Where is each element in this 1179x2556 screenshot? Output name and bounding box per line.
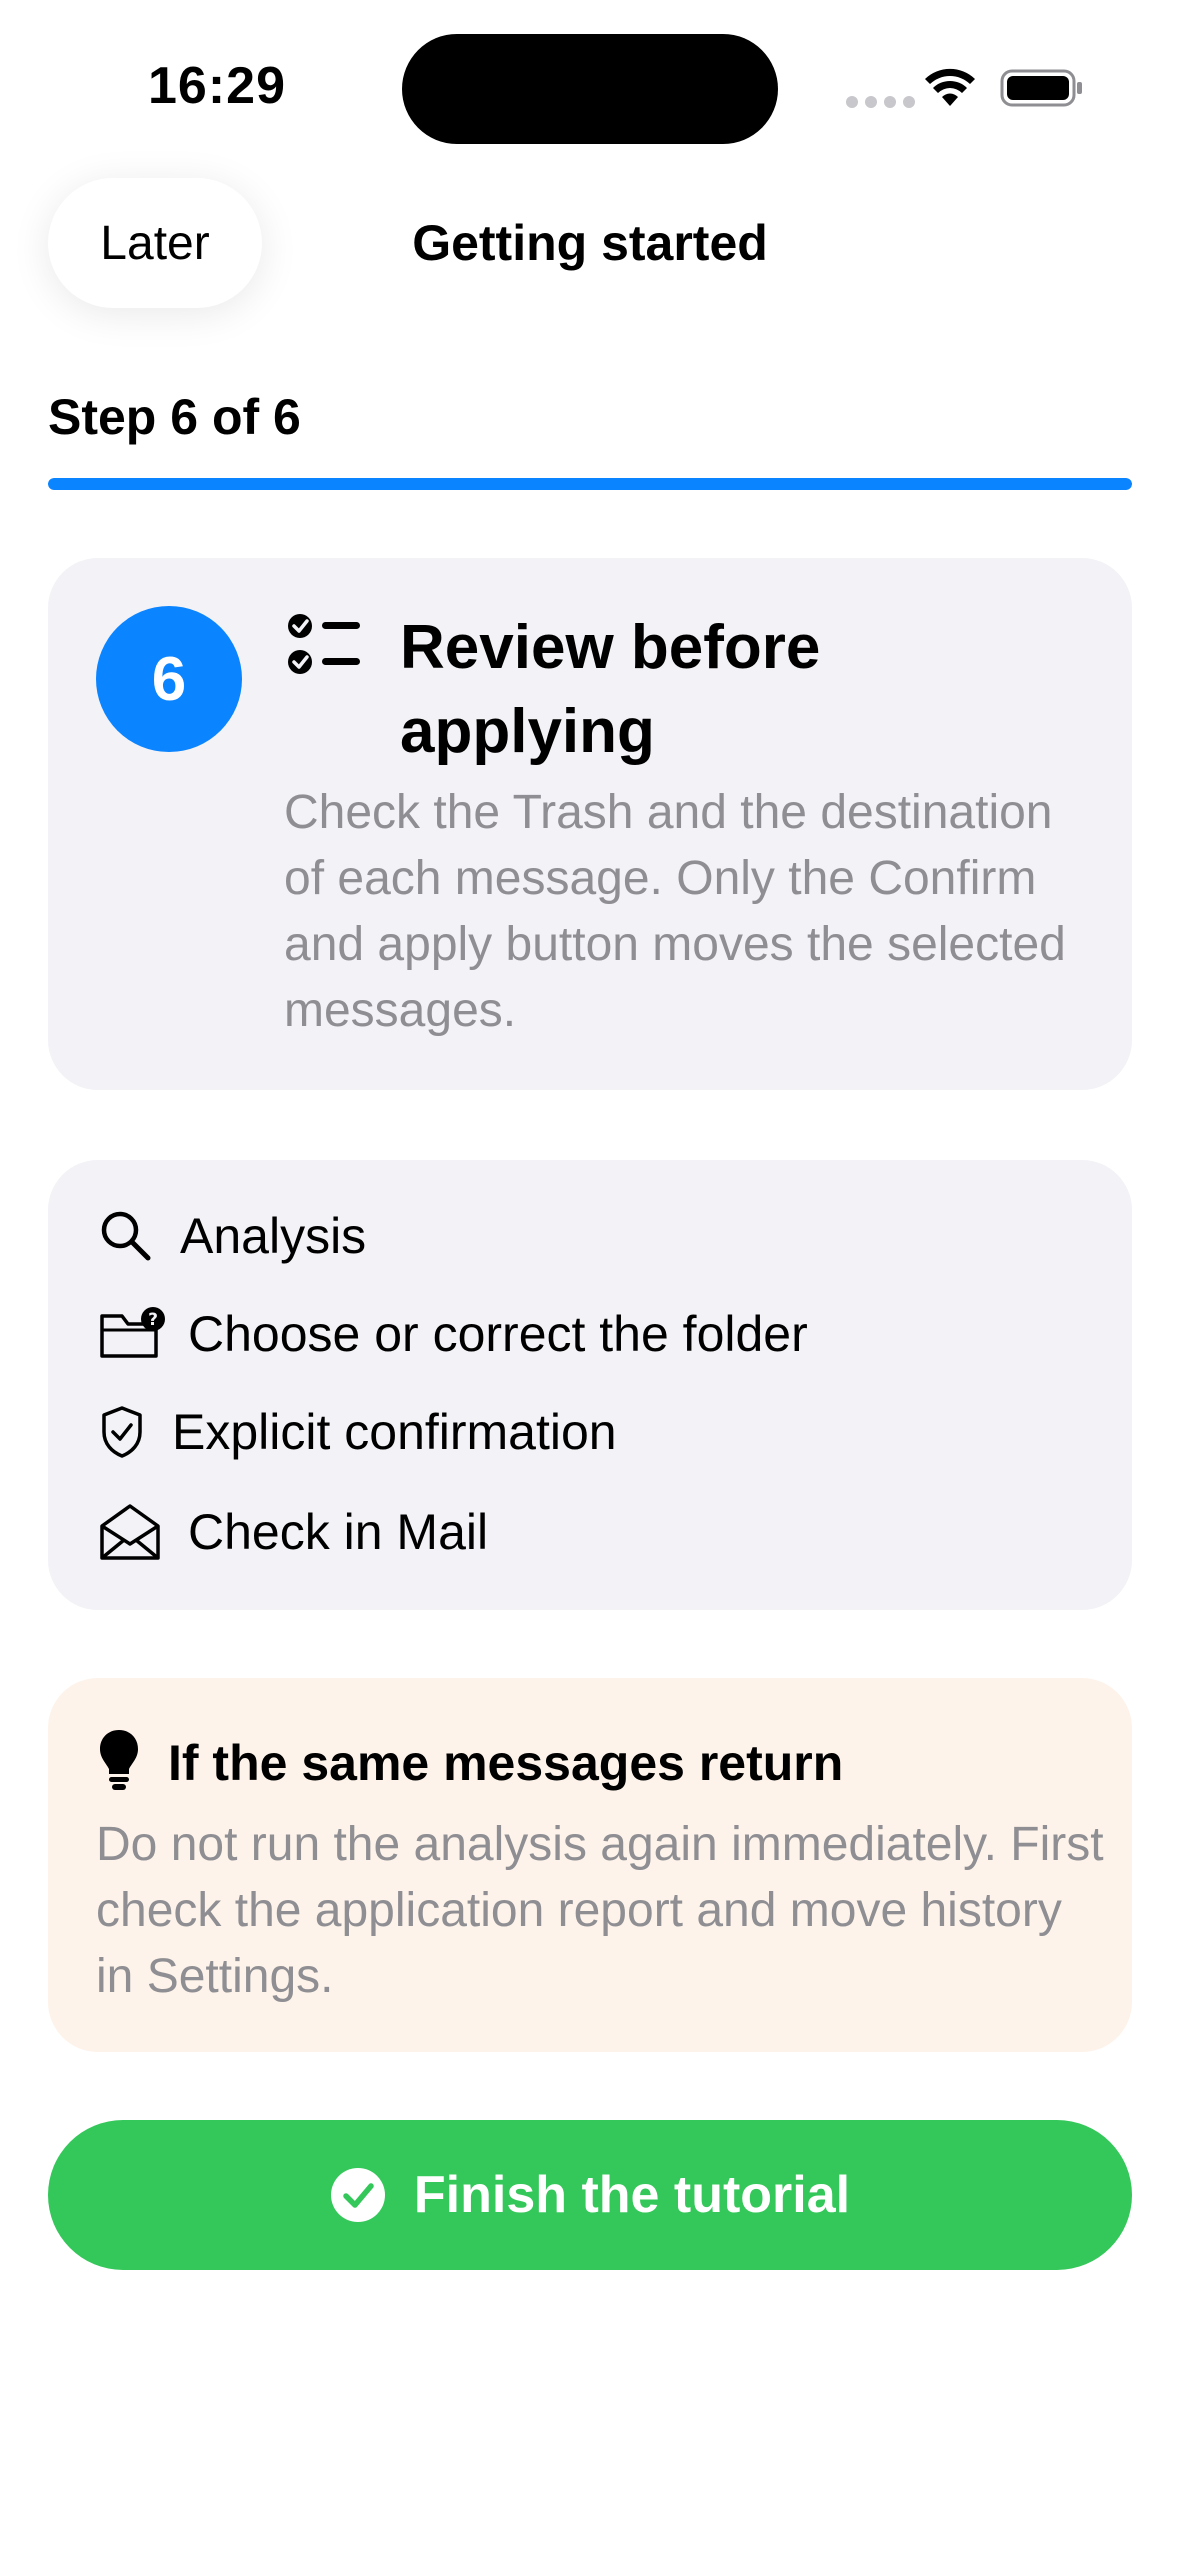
later-button[interactable]: Later xyxy=(48,178,262,308)
step-card: 6 Review before applying Check the Trash… xyxy=(48,558,1132,1090)
open-envelope-icon xyxy=(100,1504,160,1560)
svg-text:?: ? xyxy=(148,1310,158,1330)
list-item: Check in Mail xyxy=(98,1492,488,1572)
cellular-signal-icon xyxy=(846,96,915,108)
folder-question-icon: ? xyxy=(100,1307,165,1358)
battery-icon xyxy=(1000,69,1082,107)
list-item: Analysis xyxy=(98,1196,366,1276)
checklist-icon xyxy=(288,614,360,674)
status-bar: 16:29 xyxy=(0,0,1179,170)
step-description: Check the Trash and the destination of e… xyxy=(284,786,1066,1037)
feature-list: Analysis ? Choose or correct the folder … xyxy=(48,1160,1132,1610)
feature-label: Analysis xyxy=(180,1208,367,1264)
tip-body: Do not run the analysis again immediatel… xyxy=(96,1818,1104,2003)
list-item: Explicit confirmation xyxy=(98,1392,617,1472)
feature-label: Check in Mail xyxy=(188,1504,489,1560)
dynamic-island xyxy=(402,34,778,144)
tip-title: If the same messages return xyxy=(168,1735,844,1791)
checkmark-circle-icon xyxy=(330,2168,385,2222)
page-title: Getting started xyxy=(412,215,768,271)
progress-fill xyxy=(48,478,1132,490)
wifi-icon xyxy=(925,68,975,106)
finish-tutorial-button[interactable]: Finish the tutorial xyxy=(48,2120,1132,2270)
list-item: ? Choose or correct the folder xyxy=(98,1294,808,1374)
feature-label: Explicit confirmation xyxy=(172,1404,617,1460)
tip-card: If the same messages return Do not run t… xyxy=(48,1678,1132,2052)
step-counter: Step 6 of 6 xyxy=(48,389,301,445)
step-number-badge: 6 xyxy=(96,606,242,752)
status-time: 16:29 xyxy=(148,57,286,115)
lightbulb-icon xyxy=(100,1730,138,1790)
finish-tutorial-label: Finish the tutorial xyxy=(413,2166,851,2224)
step-title: Review before applying xyxy=(400,613,821,766)
progress-bar xyxy=(48,478,1132,490)
shield-check-icon xyxy=(102,1406,142,1458)
magnifying-glass-icon xyxy=(101,1211,151,1261)
feature-label: Choose or correct the folder xyxy=(188,1306,808,1362)
